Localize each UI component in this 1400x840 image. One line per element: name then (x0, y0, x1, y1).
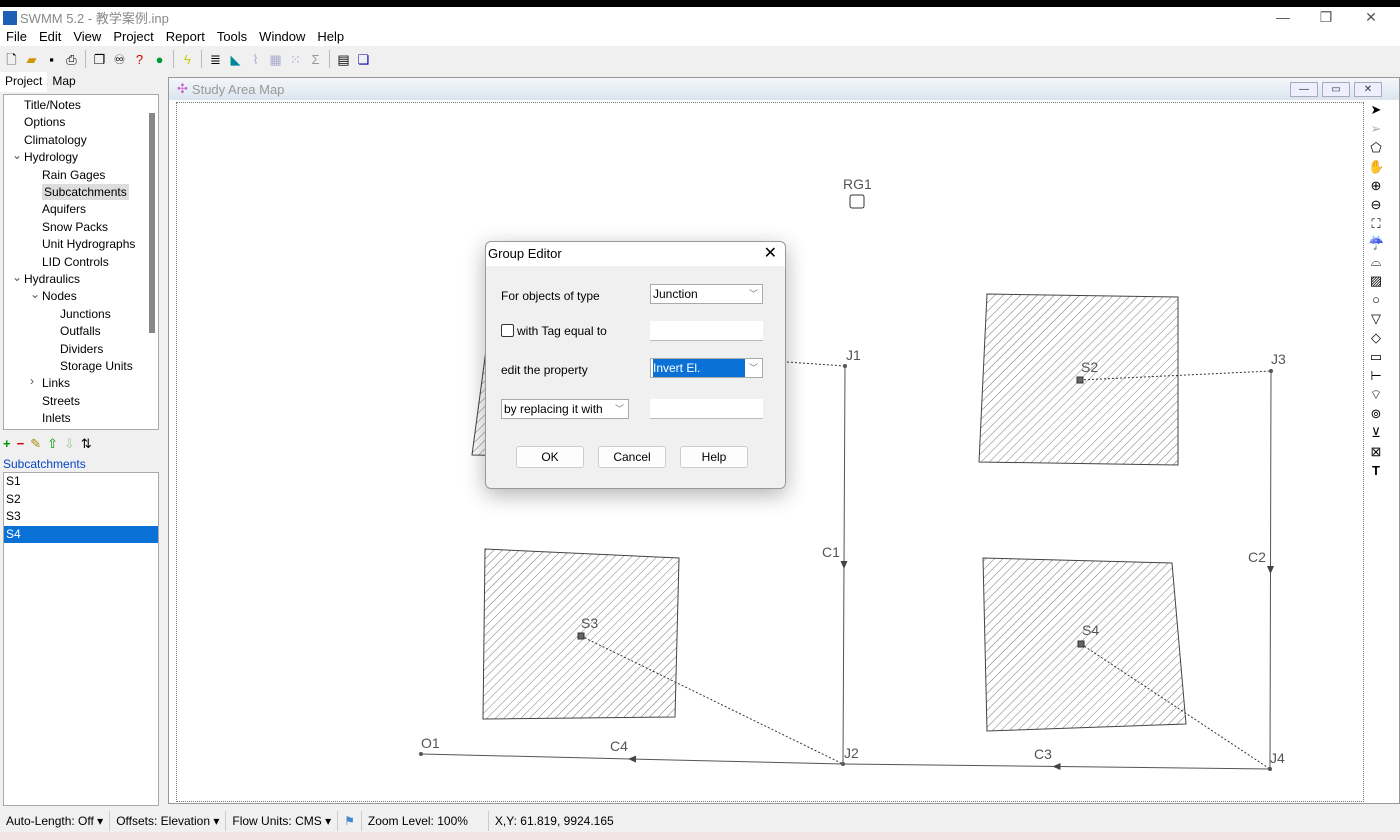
add-divider-icon[interactable]: ◇ (1368, 328, 1384, 347)
outfall-o1[interactable] (419, 752, 423, 756)
chevron-down-icon: ﹀ (614, 404, 624, 414)
zoom-level: Zoom Level: 100% (362, 811, 489, 831)
add-pump-icon[interactable]: ⌔ (1368, 385, 1384, 404)
junction-j1[interactable] (843, 364, 847, 368)
junction-j4[interactable] (1268, 767, 1272, 771)
rain-gage-icon[interactable] (849, 194, 865, 209)
zoom-in-icon[interactable]: ⊕ (1368, 176, 1384, 195)
run-status-icon: ⚑ (338, 811, 362, 831)
map-label-c3: C3 (1034, 746, 1052, 762)
add-label-icon[interactable]: T (1368, 461, 1384, 480)
add-outlet-icon[interactable]: ⊠ (1368, 442, 1384, 461)
chevron-down-icon: ﹀ (748, 289, 758, 299)
add-junction-icon[interactable]: ○ (1368, 290, 1384, 309)
subcatchment-centroid[interactable] (1077, 640, 1085, 648)
property-select[interactable]: Invert El. ﹀ (650, 358, 763, 378)
flow-arrow-icon[interactable] (1267, 565, 1275, 574)
map-toolbar: ➤ ➢ ⬠ ✋ ⊕ ⊖ ⛶ ☔ ⌓ ▨ ○ ▽ ◇ ▭ ⊢ ⌔ ⊚ ⊻ ⊠ T (1368, 100, 1384, 480)
auto-length-status[interactable]: Auto-Length: Off ▾ (0, 811, 111, 831)
tag-label: with Tag equal to (517, 324, 607, 338)
select-vertex-icon[interactable]: ➢ (1368, 119, 1384, 138)
add-gage-icon[interactable]: ⌓ (1368, 252, 1384, 271)
action-select[interactable]: by replacing it with ﹀ (501, 399, 629, 419)
map-label-s2: S2 (1081, 359, 1098, 375)
subcatchment-centroid[interactable] (1076, 376, 1084, 384)
junction-j3[interactable] (1269, 369, 1273, 373)
zoom-out-icon[interactable]: ⊖ (1368, 195, 1384, 214)
subcatchment-centroid[interactable] (577, 632, 585, 640)
map-label-c4: C4 (610, 738, 628, 754)
select-icon[interactable]: ➤ (1368, 100, 1384, 119)
map-label-j1: J1 (846, 347, 861, 363)
value-input[interactable] (650, 399, 763, 419)
map-label-j3: J3 (1271, 351, 1286, 367)
object-type-select[interactable]: Junction ﹀ (650, 284, 763, 304)
map-label-j2: J2 (844, 745, 859, 761)
select-region-icon[interactable]: ⬠ (1368, 138, 1384, 157)
map-label-c1: C1 (822, 544, 840, 560)
map-label-s4: S4 (1082, 622, 1099, 638)
dialog-close-button[interactable]: ✕ (764, 242, 777, 266)
outlet-connection[interactable] (786, 361, 846, 367)
flow-arrow-icon[interactable] (840, 560, 848, 569)
map-label-rg1: RG1 (843, 176, 872, 192)
flow-arrow-icon[interactable] (628, 755, 637, 763)
add-orifice-icon[interactable]: ⊚ (1368, 404, 1384, 423)
dialog-title-bar: Group Editor ✕ (486, 242, 785, 266)
help-button[interactable]: Help (680, 446, 748, 468)
tag-input[interactable] (650, 321, 763, 341)
status-bar: Auto-Length: Off ▾ Offsets: Elevation ▾ … (0, 810, 1400, 832)
flow-units-status[interactable]: Flow Units: CMS ▾ (226, 811, 339, 831)
add-storage-icon[interactable]: ▭ (1368, 347, 1384, 366)
object-type-value: Junction (653, 287, 698, 301)
junction-j2[interactable] (841, 762, 845, 766)
add-outfall-icon[interactable]: ▽ (1368, 309, 1384, 328)
property-label: edit the property (501, 363, 588, 377)
dialog-title: Group Editor (488, 246, 562, 261)
chevron-down-icon: ﹀ (748, 363, 758, 373)
full-extent-icon[interactable]: ⛶ (1368, 214, 1384, 233)
ok-button[interactable]: OK (516, 446, 584, 468)
flow-arrow-icon[interactable] (1052, 763, 1061, 771)
object-type-label: For objects of type (501, 289, 600, 303)
map-label-o1: O1 (421, 735, 440, 751)
add-conduit-icon[interactable]: ⊢ (1368, 366, 1384, 385)
group-editor-dialog: Group Editor ✕ For objects of type Juncti… (485, 241, 786, 489)
bottom-strip (0, 832, 1400, 840)
add-subcatchment-icon[interactable]: ▨ (1368, 271, 1384, 290)
add-weir-icon[interactable]: ⊻ (1368, 423, 1384, 442)
map-label-c2: C2 (1248, 549, 1266, 565)
add-rain-gage-icon[interactable]: ☔ (1368, 233, 1384, 252)
pan-icon[interactable]: ✋ (1368, 157, 1384, 176)
xy-coordinates: X,Y: 61.819, 9924.165 (494, 814, 614, 828)
action-value: by replacing it with (504, 402, 603, 416)
property-value: Invert El. (653, 359, 745, 377)
cancel-button[interactable]: Cancel (598, 446, 666, 468)
map-label-j4: J4 (1270, 750, 1285, 766)
tag-checkbox[interactable] (501, 324, 514, 337)
map-label-s3: S3 (581, 615, 598, 631)
offsets-status[interactable]: Offsets: Elevation ▾ (110, 811, 227, 831)
